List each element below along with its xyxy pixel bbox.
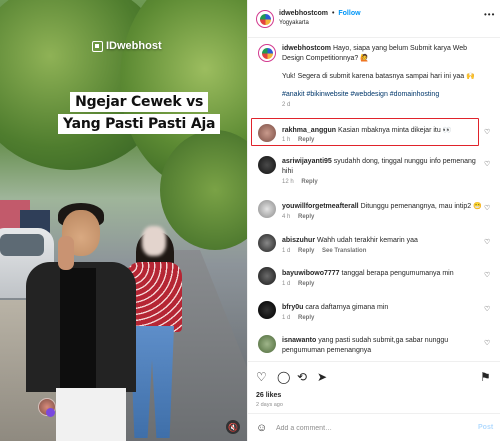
idwebhost-logo-icon xyxy=(92,40,103,52)
woman-face-blurred xyxy=(142,226,166,256)
peace-sign-hand xyxy=(58,236,74,270)
commenter-username[interactable]: youwillforgetmeafterall xyxy=(282,203,359,210)
caption-line-2: Yang Pasti Pasti Aja xyxy=(58,114,221,134)
reply-button[interactable]: Reply xyxy=(298,248,314,254)
commenter-username[interactable]: bayuwibowo7777 xyxy=(282,270,340,277)
man-shirt xyxy=(60,268,96,388)
comment-meta: 1 d Reply See Translation xyxy=(282,248,372,254)
commenter-avatar[interactable] xyxy=(258,234,276,252)
separator-dot: • xyxy=(331,10,335,17)
more-options-icon[interactable]: ••• xyxy=(484,10,495,19)
comment-text: youwillforgetmeafterall Ditunggu pemenan… xyxy=(282,202,482,212)
commenter-username[interactable]: abiszuhur xyxy=(282,237,315,244)
post-actions: ♡ ◯ ⟲ ➤ ⚑ 26 likes 2 days ago xyxy=(248,361,500,411)
commenter-username[interactable]: bfry0u xyxy=(282,304,303,311)
car-window xyxy=(0,234,44,256)
commenter-username[interactable]: isnawanto xyxy=(282,337,316,344)
posted-time: 2 days ago xyxy=(256,402,283,408)
caption-hashtags[interactable]: #anakit #bikinwebsite #webdesign #domain… xyxy=(282,90,482,100)
reply-button[interactable]: Reply xyxy=(301,179,317,185)
see-translation-button[interactable]: See Translation xyxy=(322,248,366,254)
like-comment-heart-icon[interactable]: ♡ xyxy=(484,339,490,347)
reply-button[interactable]: Reply xyxy=(298,214,314,220)
like-comment-heart-icon[interactable]: ♡ xyxy=(484,305,490,313)
comment-input[interactable] xyxy=(276,421,466,435)
author-avatar[interactable] xyxy=(256,10,274,28)
comment-meta: 4 h Reply xyxy=(282,214,320,220)
comment-text: asriwijayanti95 syudahh dong, tinggal nu… xyxy=(282,157,482,177)
like-comment-heart-icon[interactable]: ♡ xyxy=(484,204,490,212)
commenter-avatar[interactable] xyxy=(258,267,276,285)
instagram-post-view: IDwebhost Ngejar Cewek vs Yang Pasti Pas… xyxy=(0,0,500,441)
location-link[interactable]: Yogyakarta xyxy=(279,20,309,26)
follow-button[interactable]: Follow xyxy=(338,10,360,17)
caption-line-2: Yuk! Segera di submit karena batasnya sa… xyxy=(282,73,475,80)
save-bookmark-icon[interactable]: ⚑ xyxy=(480,370,491,384)
reply-button[interactable]: Reply xyxy=(298,281,314,287)
comment-bubble-icon[interactable]: ◯ xyxy=(277,370,290,384)
highlight-box xyxy=(251,118,479,146)
man-pants xyxy=(56,388,126,441)
comment-body: Wahh udah terakhir kemarin yaa xyxy=(317,237,418,244)
comment-meta: 1 d Reply xyxy=(282,281,320,287)
author-username[interactable]: idwebhostcom xyxy=(279,10,328,17)
comment-body: tanggal berapa pengumumanya min xyxy=(341,270,454,277)
caption-time: 2 d xyxy=(282,102,291,108)
post-header: idwebhostcom • Follow Yogyakarta ••• xyxy=(248,0,500,38)
comment-body: Ditunggu pemenangnya, mau intip2 😁 xyxy=(360,203,482,210)
caption-line-1: Ngejar Cewek vs xyxy=(70,92,209,112)
author-avatar[interactable] xyxy=(258,44,276,62)
reply-button[interactable]: Reply xyxy=(298,315,314,321)
add-comment-bar: ☺ Post xyxy=(248,413,500,441)
share-send-icon[interactable]: ➤ xyxy=(317,370,327,384)
comment-body: cara daftarnya gimana min xyxy=(305,304,389,311)
commenter-avatar[interactable] xyxy=(258,200,276,218)
comment-text: bayuwibowo7777 tanggal berapa pengumuman… xyxy=(282,269,482,279)
music-badge-icon xyxy=(46,408,55,417)
comments-list[interactable]: idwebhostcom Hayo, siapa yang belum Subm… xyxy=(248,38,500,361)
comment-text: abiszuhur Wahh udah terakhir kemarin yaa xyxy=(282,236,482,246)
comment-text: isnawanto yang pasti sudah submit,ga sab… xyxy=(282,336,482,356)
likes-count[interactable]: 26 likes xyxy=(256,392,281,399)
caption-text: idwebhostcom Hayo, siapa yang belum Subm… xyxy=(282,44,482,64)
like-comment-heart-icon[interactable]: ♡ xyxy=(484,238,490,246)
like-comment-heart-icon[interactable]: ♡ xyxy=(484,160,490,168)
comment-time: 1 d xyxy=(282,281,291,287)
video-watermark: IDwebhost xyxy=(92,40,162,52)
video-caption: Ngejar Cewek vs Yang Pasti Pasti Aja xyxy=(58,92,221,134)
commenter-avatar[interactable] xyxy=(258,335,276,353)
comment-text: bfry0u cara daftarnya gimana min xyxy=(282,303,482,313)
watermark-text: IDwebhost xyxy=(106,40,162,52)
like-heart-icon[interactable]: ♡ xyxy=(256,370,267,384)
commenter-username[interactable]: asriwijayanti95 xyxy=(282,158,332,165)
commenter-avatar[interactable] xyxy=(258,301,276,319)
repost-icon[interactable]: ⟲ xyxy=(297,370,307,384)
comment-time: 4 h xyxy=(282,214,291,220)
post-side-panel: idwebhostcom • Follow Yogyakarta ••• idw… xyxy=(247,0,500,441)
comment-time: 1 d xyxy=(282,315,291,321)
like-comment-heart-icon[interactable]: ♡ xyxy=(484,271,490,279)
caption-username[interactable]: idwebhostcom xyxy=(282,45,331,52)
emoji-picker-icon[interactable]: ☺ xyxy=(256,422,267,434)
comment-time: 12 h xyxy=(282,179,294,185)
mute-icon[interactable]: 🔇 xyxy=(226,420,240,434)
commenter-avatar[interactable] xyxy=(258,156,276,174)
like-comment-heart-icon[interactable]: ♡ xyxy=(484,128,490,136)
comment-time: 1 d xyxy=(282,248,291,254)
reel-video[interactable]: IDwebhost Ngejar Cewek vs Yang Pasti Pas… xyxy=(0,0,247,441)
comment-meta: 12 h Reply xyxy=(282,179,324,185)
header-user-line: idwebhostcom • Follow xyxy=(279,10,361,17)
post-comment-button[interactable]: Post xyxy=(478,424,493,431)
comment-meta: 1 d Reply xyxy=(282,315,320,321)
